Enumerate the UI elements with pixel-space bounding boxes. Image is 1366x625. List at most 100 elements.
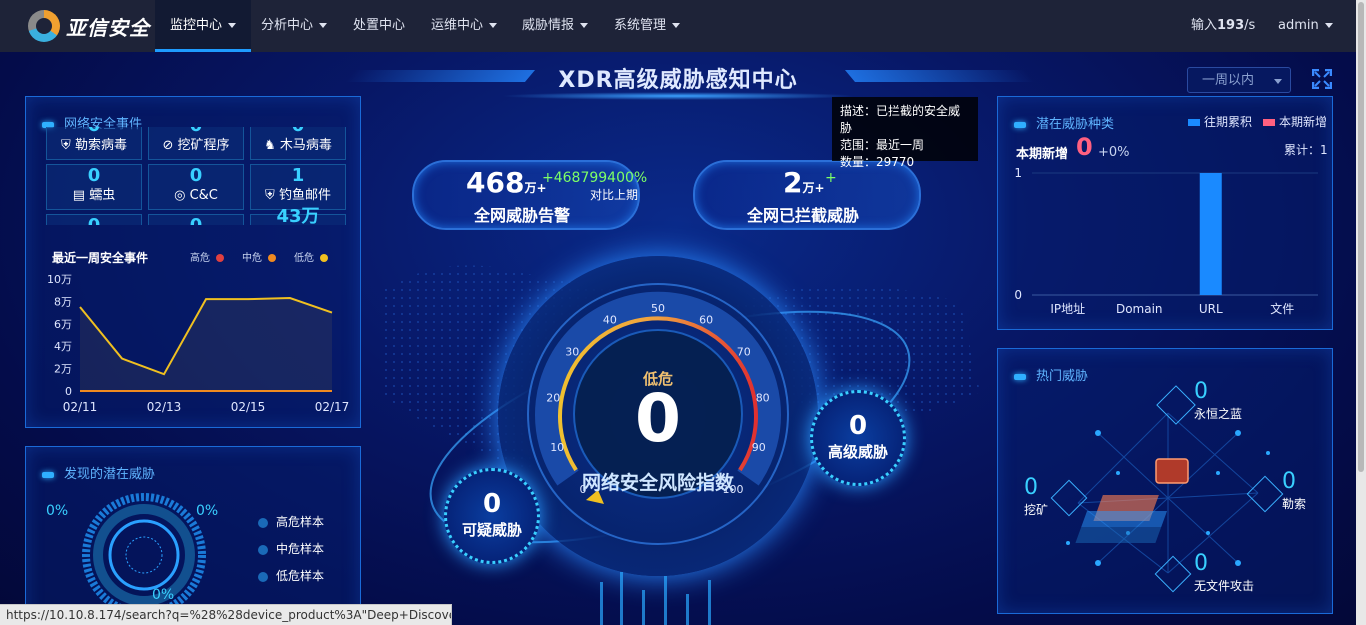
time-range-select[interactable]: 一周以内 xyxy=(1187,67,1291,93)
page-title: XDR高级威胁感知中心 xyxy=(558,68,798,93)
alerts-stat-card[interactable]: 468万+ +468799400% 对比上期 全网威胁告警 xyxy=(412,160,647,230)
legend-mid-sample: 中危样本 xyxy=(258,536,324,563)
cell-label-text: 蠕虫 xyxy=(89,188,116,203)
event-cell-mining[interactable]: 0 ⊘ 挖矿程序 xyxy=(148,127,244,160)
legend-label: 中危样本 xyxy=(276,542,325,556)
gauge-tick-label: 90 xyxy=(752,441,766,454)
trojan-icon: ♞ xyxy=(264,138,280,153)
nav-item-label: 监控中心 xyxy=(170,18,223,33)
user-menu[interactable]: admin xyxy=(1278,0,1333,52)
input-rate-value: 193 xyxy=(1217,18,1245,33)
event-cell-cnc[interactable]: 0 ◎ C&C xyxy=(148,164,244,210)
top-navbar: 亚信安全 监控中心 分析中心 处置中心 运维中心 威胁情报 系统管理 输入193… xyxy=(0,0,1356,52)
scrollbar-thumb[interactable] xyxy=(1358,2,1364,472)
chevron-down-icon xyxy=(580,23,589,28)
blocked-delta: + xyxy=(825,170,837,186)
event-cell-ransomware[interactable]: 0 ⛨ 勒索病毒 xyxy=(46,127,142,160)
alerts-label: 全网威胁告警 xyxy=(474,206,571,225)
alerts-compare: 对比上期 xyxy=(590,188,639,202)
light-beam-decoration xyxy=(600,572,711,625)
event-cell-phishing[interactable]: 1 ⛨ 钓鱼邮件 xyxy=(250,164,346,210)
x-tick-label: URL xyxy=(1199,302,1223,316)
gauge-tick-label: 40 xyxy=(603,314,617,327)
cell-count: 0 xyxy=(47,127,141,137)
chevron-down-icon xyxy=(319,23,328,28)
legend-label: 高危样本 xyxy=(276,515,325,529)
input-rate-unit: /s xyxy=(1244,18,1256,33)
blocked-tooltip: 描述：已拦截的安全威胁 范围：最近一周 数量：29770 xyxy=(832,97,978,169)
pct-bottom: 0% xyxy=(152,587,175,603)
legend-dot xyxy=(258,517,268,528)
chevron-down-icon xyxy=(489,23,498,28)
x-tick-label: 文件 xyxy=(1270,301,1294,316)
cell-count: 43万 xyxy=(276,206,320,225)
blocked-number: 2 xyxy=(783,166,803,199)
legend-swatch xyxy=(1263,119,1275,126)
cell-label: ▤ 蠕虫 xyxy=(47,187,141,205)
weekly-line-chart: 0 2万 4万 6万 8万 10万 02/11 02/13 02/15 02/17 xyxy=(47,273,350,414)
event-cell-trojan[interactable]: 0 ♞ 木马病毒 xyxy=(250,127,346,160)
hot-threat-ransom-count: 0 xyxy=(1282,469,1296,494)
nav-item-label: 分析中心 xyxy=(261,18,314,33)
legend-high: 高危 xyxy=(190,249,224,264)
legend-dot xyxy=(216,254,224,262)
cell-label: ♞ 木马病毒 xyxy=(251,137,345,155)
chevron-down-icon xyxy=(1274,79,1282,84)
threat-types-panel: 潜在威胁种类 往期累积 本期新增 本期新增 0 +0% 累计：1 0 1 IP地址 D… xyxy=(997,96,1333,330)
cell-label: ⊘ 挖矿程序 xyxy=(149,137,243,155)
event-cell-worm[interactable]: 0 ▤ 蠕虫 xyxy=(46,164,142,210)
alerts-delta: +468799400% xyxy=(542,170,648,186)
tooltip-count: 数量：29770 xyxy=(840,155,915,169)
phishing-icon: ⛨ xyxy=(265,188,279,203)
nav-item-operations[interactable]: 运维中心 xyxy=(431,0,498,52)
cell-label-text: C&C xyxy=(189,188,218,203)
bubble-count: 0 xyxy=(482,489,502,519)
tooltip-range: 范围：最近一周 xyxy=(840,138,925,152)
alerts-number: 468 xyxy=(466,166,525,199)
gauge-tick-label: 20 xyxy=(546,391,560,404)
cell-count: 0 xyxy=(189,165,203,186)
legend-dot xyxy=(258,571,268,582)
browser-status-url: https://10.10.8.174/search?q=%28%28devic… xyxy=(0,604,452,625)
suspicious-threat-bubble[interactable]: 0 可疑威胁 xyxy=(444,468,540,564)
x-tick-label: 02/11 xyxy=(63,400,98,414)
bubble-label: 可疑威胁 xyxy=(461,521,522,539)
nav-item-system[interactable]: 系统管理 xyxy=(614,0,681,52)
fullscreen-icon[interactable] xyxy=(1312,69,1332,89)
cell-label: ⛨ 勒索病毒 xyxy=(47,137,141,155)
event-cell-7[interactable]: 0 xyxy=(46,214,142,225)
shield-icon: ⛨ xyxy=(61,138,75,153)
nav-item-monitor[interactable]: 监控中心 xyxy=(155,0,252,52)
panel-title: 热门威胁 xyxy=(1014,365,1088,384)
y-tick-label: 0 xyxy=(1014,288,1022,302)
cell-count: 0 xyxy=(251,127,345,137)
nav-item-label: 威胁情报 xyxy=(522,18,575,33)
bar xyxy=(1199,173,1222,295)
nav-item-label: 系统管理 xyxy=(614,18,667,33)
nav-item-response[interactable]: 处置中心 xyxy=(353,0,405,52)
hot-threat-fileless-label: 无文件攻击 xyxy=(1194,579,1255,593)
y-tick-label: 8万 xyxy=(54,295,72,308)
x-tick-label: 02/17 xyxy=(315,400,350,414)
new-pct: +0% xyxy=(1098,145,1130,160)
gauge-tick-label: 50 xyxy=(651,302,665,315)
event-cell-8[interactable]: 0 xyxy=(148,214,244,225)
event-cell-9[interactable]: 43万 xyxy=(250,206,346,225)
event-grid: 0 ⛨ 勒索病毒 0 ⊘ 挖矿程序 0 ♞ 木马病毒 0 ▤ 蠕虫 0 ◎ C&… xyxy=(46,127,346,225)
nav-item-analysis[interactable]: 分析中心 xyxy=(261,0,328,52)
cell-count: 0 xyxy=(149,215,243,225)
x-tick-label: 02/13 xyxy=(147,400,182,414)
chevron-down-icon xyxy=(672,23,681,28)
legend-past: 往期累积 xyxy=(1188,113,1252,130)
advanced-threat-bubble[interactable]: 0 高级威胁 xyxy=(810,390,906,486)
blocked-count: 2万+ xyxy=(783,166,825,199)
sample-legend: 高危样本 中危样本 低危样本 xyxy=(258,509,324,590)
legend-low-sample: 低危样本 xyxy=(258,563,324,590)
nav-item-intel[interactable]: 威胁情报 xyxy=(522,0,589,52)
x-tick-label: IP地址 xyxy=(1050,302,1085,316)
hot-threat-mining-label: 挖矿 xyxy=(1024,503,1049,517)
hot-threat-eternalblue-label: 永恒之蓝 xyxy=(1194,407,1243,421)
user-name: admin xyxy=(1278,18,1319,33)
y-tick-label: 6万 xyxy=(54,318,72,331)
y-tick-label: 0 xyxy=(65,385,72,398)
